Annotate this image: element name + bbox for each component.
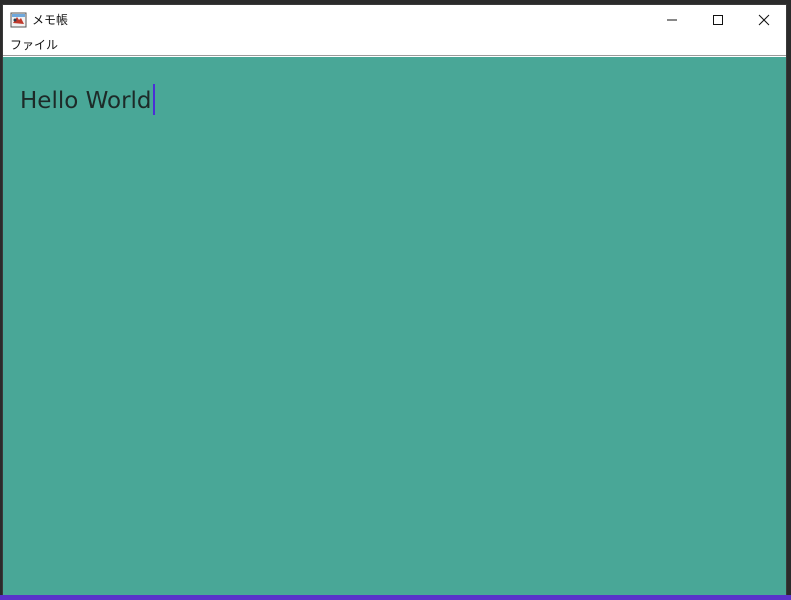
text-caret <box>152 84 155 115</box>
close-icon <box>758 14 770 26</box>
minimize-button[interactable] <box>649 5 695 35</box>
menu-file[interactable]: ファイル <box>9 38 59 53</box>
taskbar-accent-strip <box>0 595 791 600</box>
text-editor-area[interactable]: Hello World <box>3 57 786 596</box>
desktop: メモ帳 ファイル Hello World <box>0 0 791 600</box>
window-title: メモ帳 <box>32 13 69 27</box>
close-button[interactable] <box>741 5 787 35</box>
title-bar[interactable]: メモ帳 <box>3 5 786 35</box>
notepad-window: メモ帳 ファイル Hello World <box>2 4 787 596</box>
notepad-app-icon[interactable] <box>10 11 27 28</box>
menu-bar: ファイル <box>3 35 786 56</box>
minimize-icon <box>667 19 677 21</box>
maximize-button[interactable] <box>695 5 741 35</box>
editor-text: Hello World <box>20 88 152 114</box>
maximize-icon <box>713 15 723 25</box>
editor-content[interactable]: Hello World <box>20 84 155 116</box>
